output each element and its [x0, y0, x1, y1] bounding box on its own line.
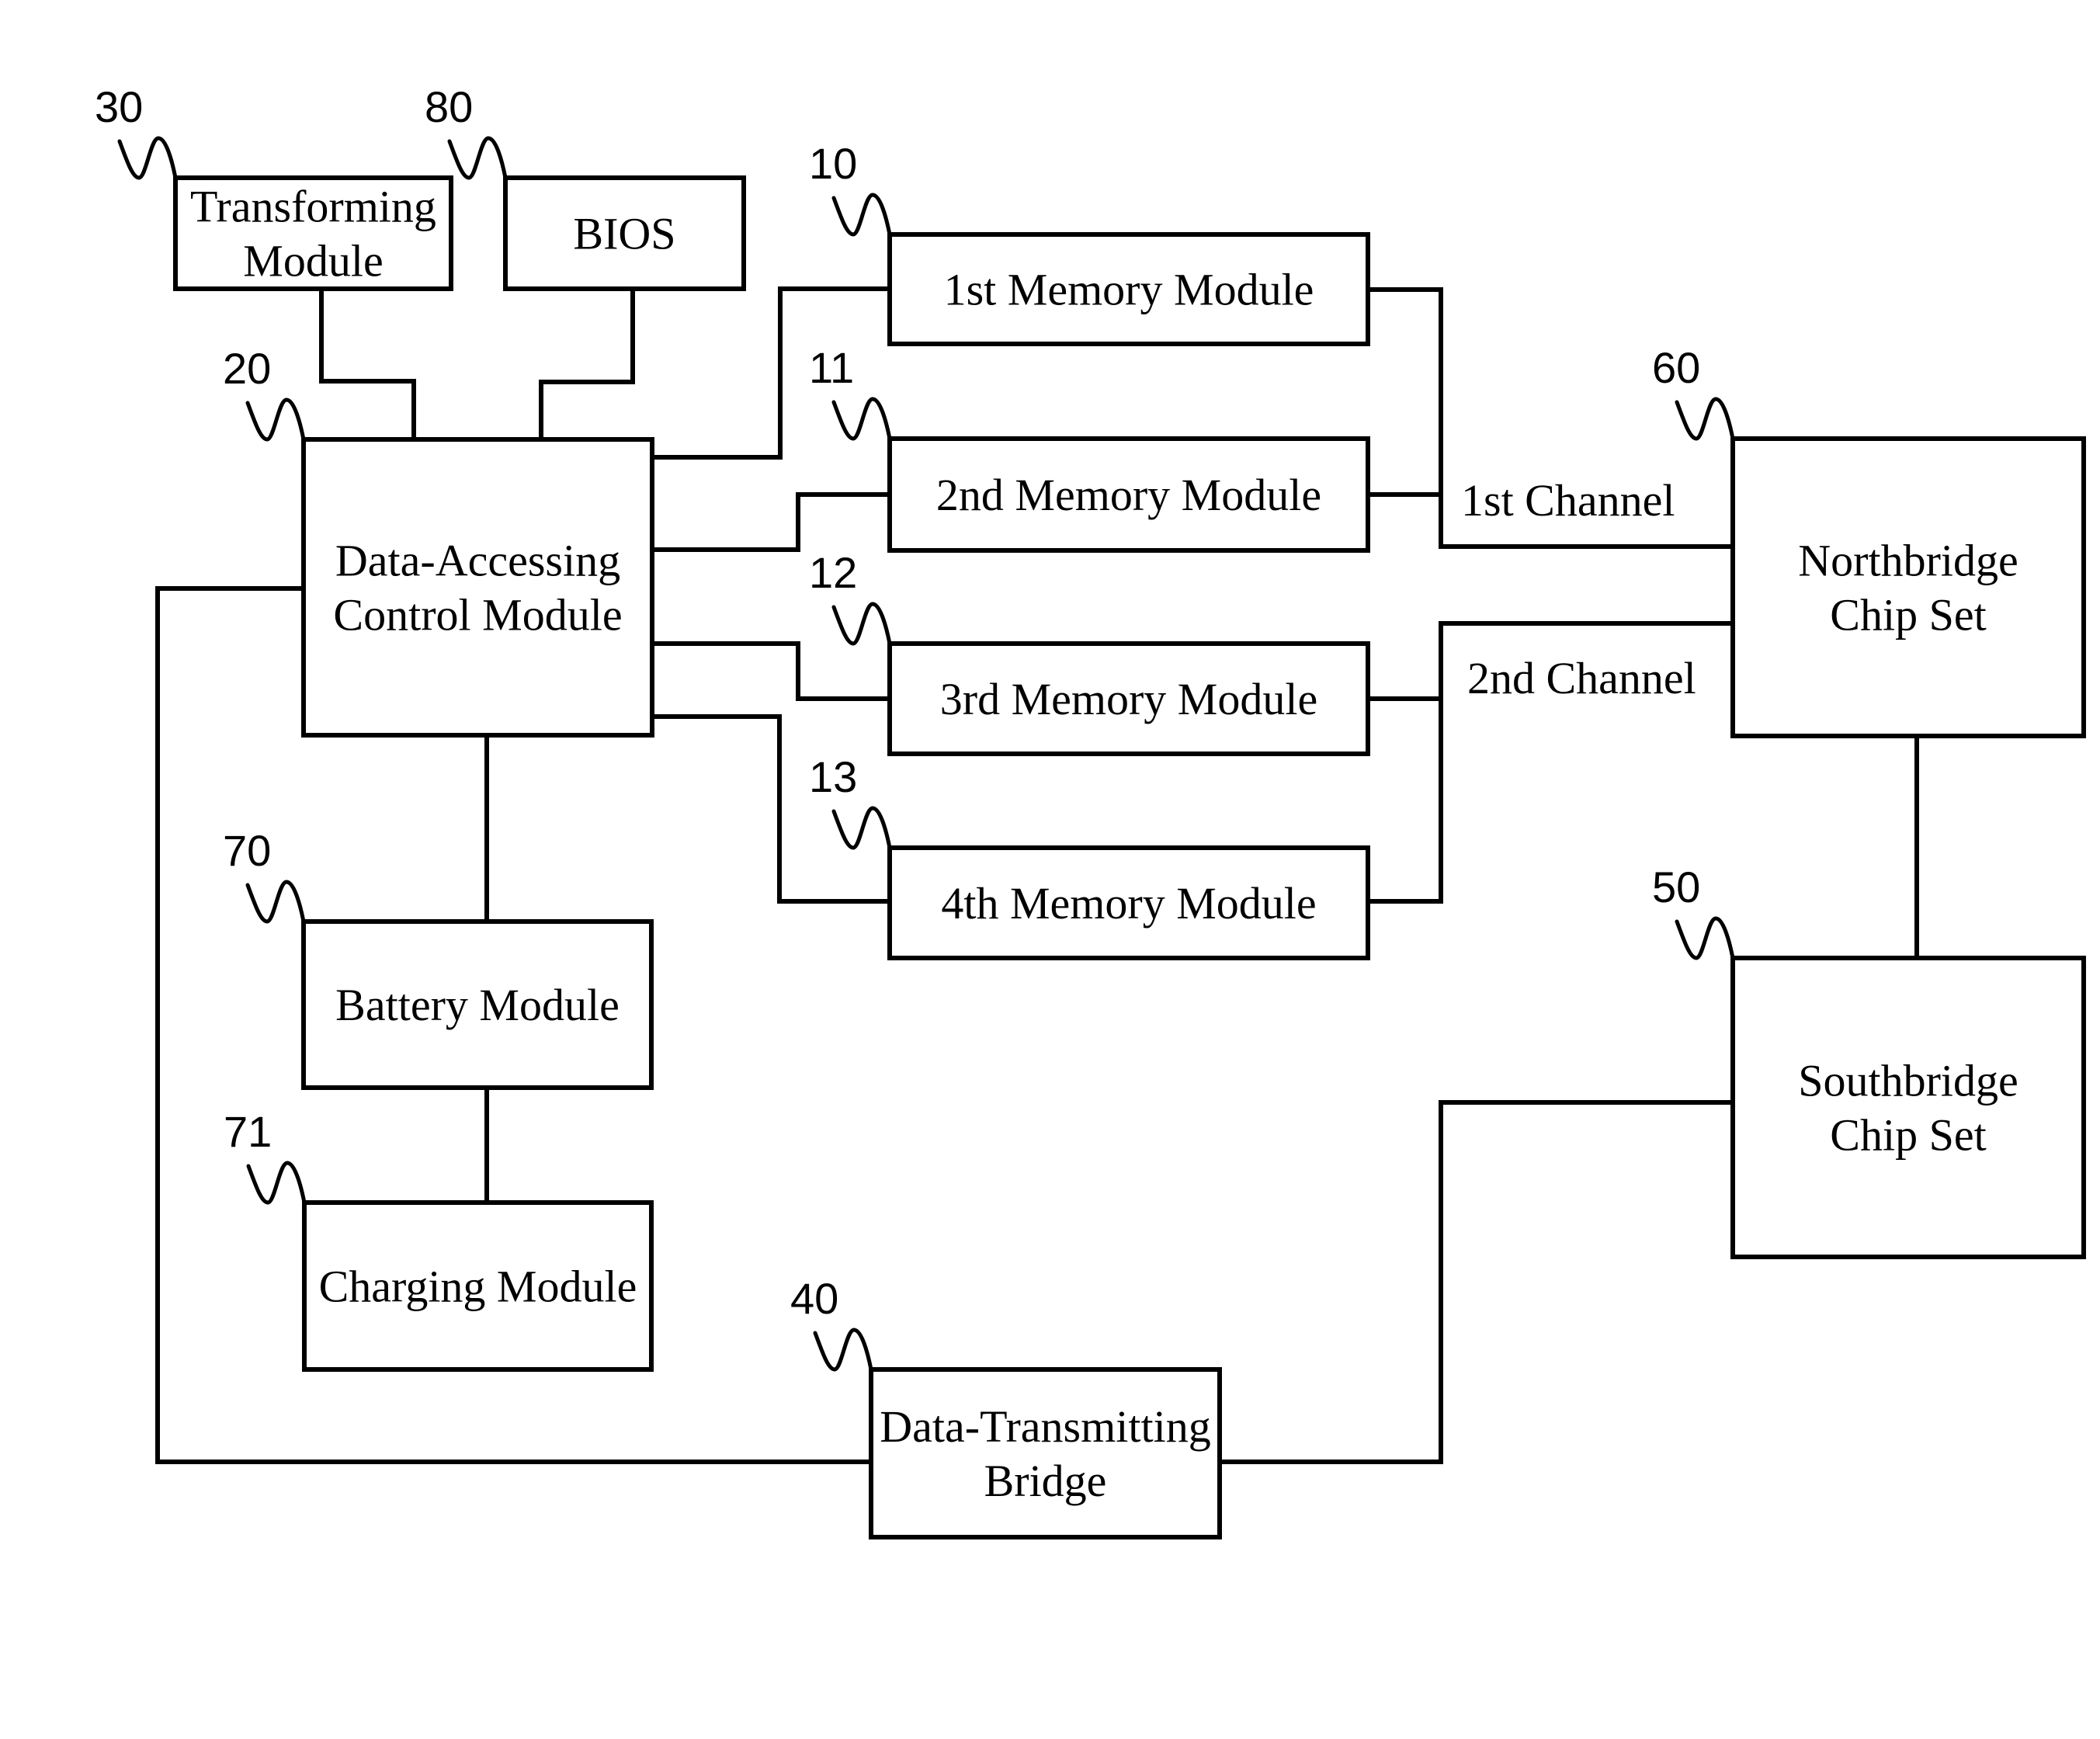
- block-label-mem2: 2nd Memory Module: [936, 470, 1321, 520]
- block-label-southbridge: Southbridge: [1798, 1056, 2018, 1106]
- reference-number-southbridge: 50: [1652, 863, 1700, 911]
- reference-number-mem4: 13: [809, 752, 857, 801]
- block-label-charging: Charging Module: [319, 1262, 637, 1312]
- block-diagram: TransformingModule 30 BIOS 80 Data-Accessing…: [0, 0, 2100, 1739]
- block-box-dtb: [869, 1367, 1222, 1539]
- reference-number-charging: 71: [224, 1107, 272, 1156]
- block-box-dac: [301, 437, 654, 738]
- reference-number-dtb: 40: [790, 1274, 838, 1323]
- channel-label-2nd: 2nd Channel: [1467, 653, 1696, 703]
- reference-number-dac: 20: [223, 344, 271, 393]
- block-label-bios: BIOS: [573, 209, 675, 259]
- reference-number-battery: 70: [223, 826, 271, 875]
- block-label-transforming: Module: [243, 236, 383, 286]
- block-label-mem4: 4th Memory Module: [941, 878, 1316, 929]
- block-box-southbridge: [1730, 956, 2086, 1259]
- block-label-dac: Data-Accessing: [335, 536, 620, 586]
- reference-number-mem3: 12: [809, 548, 857, 597]
- reference-number-mem1: 10: [809, 139, 857, 188]
- block-label-northbridge: Northbridge: [1798, 536, 2018, 586]
- block-label-dtb: Bridge: [984, 1456, 1107, 1506]
- block-label-dtb: Data-Transmitting: [880, 1401, 1210, 1452]
- block-label-mem1: 1st Memory Module: [944, 265, 1314, 315]
- block-label-northbridge: Chip Set: [1830, 590, 1986, 640]
- block-label-transforming: Transforming: [190, 182, 436, 232]
- block-label-battery: Battery Module: [335, 980, 620, 1030]
- block-label-mem3: 3rd Memory Module: [940, 674, 1318, 724]
- block-label-dac: Control Module: [333, 590, 622, 640]
- reference-number-northbridge: 60: [1652, 343, 1700, 392]
- reference-number-mem2: 11: [809, 343, 854, 392]
- reference-number-transforming: 30: [95, 82, 143, 131]
- block-label-southbridge: Chip Set: [1830, 1110, 1986, 1161]
- reference-number-bios: 80: [425, 82, 473, 131]
- channel-label-1st: 1st Channel: [1461, 475, 1675, 526]
- block-box-northbridge: [1730, 436, 2086, 738]
